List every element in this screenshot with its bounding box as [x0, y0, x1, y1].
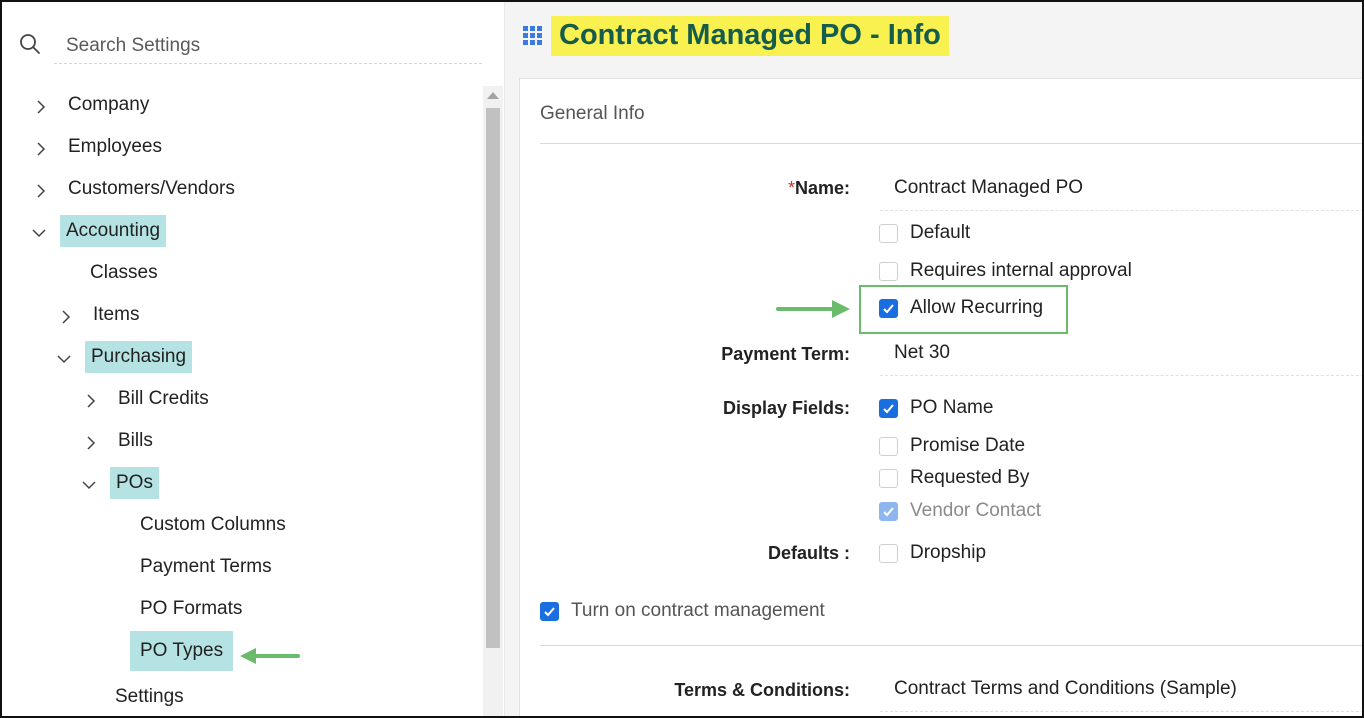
sidebar-item-settings[interactable]: Settings — [109, 680, 190, 714]
payment-term-value[interactable]: Net 30 — [894, 342, 950, 364]
chevron-right-icon — [34, 140, 48, 156]
sidebar-item-accounting[interactable]: Accounting — [32, 214, 167, 248]
sidebar-item-payment-terms[interactable]: Payment Terms — [134, 550, 278, 584]
sidebar-item-label: Customers/Vendors — [68, 178, 235, 199]
sidebar-item-customers-vendors[interactable]: Customers/Vendors — [34, 172, 241, 206]
requires-approval-checkbox[interactable]: Requires internal approval — [879, 260, 1132, 282]
sidebar-item-label: Purchasing — [85, 341, 193, 373]
checkbox-label: Requested By — [910, 467, 1030, 488]
sidebar-item-purchasing[interactable]: Purchasing — [57, 340, 193, 374]
sidebar-item-label: Bills — [118, 430, 153, 451]
contract-management-checkbox[interactable]: Turn on contract management — [540, 600, 825, 622]
display-field-requested-by[interactable]: Requested By — [879, 467, 1029, 489]
name-label-text: Name: — [794, 178, 850, 198]
checkbox-unchecked[interactable] — [879, 223, 898, 243]
checkmark-icon — [883, 506, 894, 516]
chevron-down-icon — [57, 350, 71, 364]
section-title: General Info — [540, 103, 645, 124]
sidebar-item-label: POs — [110, 467, 159, 499]
sidebar-scrollbar[interactable] — [483, 86, 503, 716]
sidebar-item-label: Settings — [115, 686, 184, 707]
default-checkbox[interactable]: Default — [879, 222, 970, 244]
search-input[interactable] — [54, 28, 482, 64]
display-fields-label: Display Fields: — [722, 398, 850, 418]
search-bar — [16, 28, 482, 68]
checkbox-label: Allow Recurring — [910, 297, 1044, 318]
dropship-checkbox[interactable]: Dropship — [879, 542, 986, 564]
sidebar-item-company[interactable]: Company — [34, 88, 155, 122]
required-star: * — [787, 178, 795, 198]
payment-term-underline — [880, 375, 1362, 376]
terms-underline — [880, 711, 1362, 712]
sidebar-item-bills[interactable]: Bills — [84, 424, 159, 458]
sidebar-item-label: Payment Terms — [140, 556, 272, 577]
settings-sidebar: Company Employees Customers/Vendors Acco… — [2, 2, 504, 716]
section-divider — [540, 645, 1362, 646]
sidebar-item-label: Bill Credits — [118, 388, 209, 409]
display-field-promise-date[interactable]: Promise Date — [879, 435, 1025, 457]
sidebar-item-classes[interactable]: Classes — [84, 256, 164, 290]
sidebar-item-label: Classes — [90, 262, 158, 283]
payment-term-label: Payment Term: — [721, 344, 850, 364]
sidebar-item-bill-credits[interactable]: Bill Credits — [84, 382, 215, 416]
checkbox-unchecked[interactable] — [879, 261, 898, 281]
chevron-right-icon — [34, 182, 48, 198]
sidebar-item-label: Items — [93, 304, 140, 325]
checkbox-unchecked[interactable] — [879, 543, 898, 563]
page-title: Contract Managed PO - Info — [551, 16, 949, 56]
sidebar-item-items[interactable]: Items — [59, 298, 145, 332]
checkbox-unchecked[interactable] — [879, 436, 898, 456]
checkmark-icon — [883, 303, 894, 313]
name-label: *Name: — [662, 178, 850, 199]
chevron-down-icon — [32, 224, 46, 238]
checkbox-label: Default — [910, 222, 971, 243]
scroll-up-icon[interactable] — [487, 92, 499, 99]
checkbox-label: Requires internal approval — [910, 260, 1132, 281]
terms-label: Terms & Conditions: — [674, 680, 850, 700]
scrollbar-thumb[interactable] — [486, 108, 500, 648]
checkbox-checked[interactable] — [879, 398, 898, 418]
chevron-right-icon — [34, 98, 48, 114]
sidebar-item-label: Company — [68, 94, 150, 115]
name-value[interactable]: Contract Managed PO — [894, 177, 1083, 199]
sidebar-item-custom-columns[interactable]: Custom Columns — [134, 508, 292, 542]
sidebar-item-po-types[interactable]: PO Types — [130, 631, 234, 671]
chevron-right-icon — [84, 434, 98, 450]
annotation-arrow-left — [240, 648, 300, 664]
checkbox-label: Vendor Contact — [910, 500, 1041, 521]
terms-value[interactable]: Contract Terms and Conditions (Sample) — [894, 678, 1237, 700]
page-header: Contract Managed PO - Info — [523, 16, 949, 56]
app-grid-icon[interactable] — [523, 26, 543, 46]
checkbox-unchecked[interactable] — [879, 468, 898, 488]
sidebar-item-employees[interactable]: Employees — [34, 130, 168, 164]
checkbox-label: Promise Date — [910, 435, 1026, 456]
sidebar-item-label: Accounting — [60, 215, 167, 247]
chevron-right-icon — [59, 308, 73, 324]
checkbox-checked[interactable] — [879, 298, 898, 318]
sidebar-item-label: Custom Columns — [140, 514, 286, 535]
chevron-right-icon — [84, 392, 98, 408]
chevron-down-icon — [82, 476, 96, 490]
defaults-label: Defaults : — [767, 543, 850, 563]
search-icon — [18, 32, 42, 56]
checkbox-label: PO Name — [910, 397, 994, 418]
sidebar-item-label: PO Types — [130, 631, 234, 671]
section-divider — [540, 143, 1362, 144]
annotation-arrow-right — [776, 300, 850, 318]
allow-recurring-checkbox[interactable]: Allow Recurring — [879, 297, 1043, 319]
checkmark-icon — [883, 403, 894, 413]
sidebar-item-label: Employees — [68, 136, 162, 157]
sidebar-item-pos[interactable]: POs — [82, 466, 159, 500]
sidebar-item-label: PO Formats — [140, 598, 243, 619]
display-field-po-name[interactable]: PO Name — [879, 397, 993, 419]
checkbox-label: Turn on contract management — [571, 600, 825, 621]
name-underline — [880, 210, 1362, 211]
checkbox-checked[interactable] — [540, 601, 559, 621]
checkbox-label: Dropship — [910, 542, 987, 563]
app-frame: Company Employees Customers/Vendors Acco… — [0, 0, 1364, 718]
display-field-vendor-contact: Vendor Contact — [879, 500, 1041, 522]
checkbox-checked-disabled — [879, 501, 898, 521]
checkmark-icon — [544, 606, 555, 616]
sidebar-item-po-formats[interactable]: PO Formats — [134, 592, 248, 626]
